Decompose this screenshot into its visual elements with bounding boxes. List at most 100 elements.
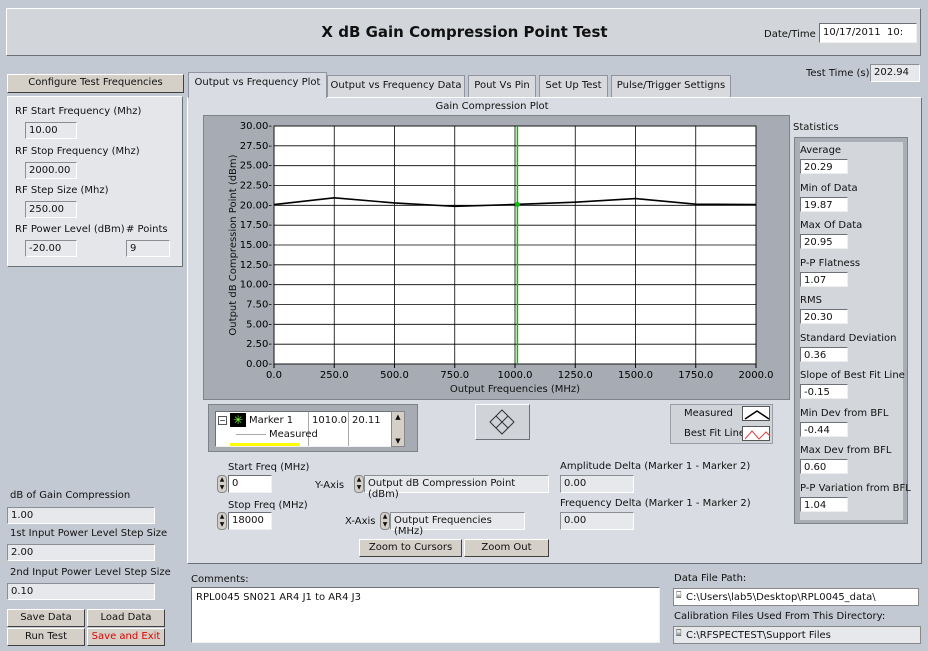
save-and-exit-button[interactable]: Save and Exit — [87, 628, 165, 646]
statistics-title: Statistics — [793, 122, 839, 133]
datetime-field[interactable]: 10/17/2011 10: — [819, 23, 917, 43]
marker-list[interactable]: − ✳ Marker 1 1010.0 20.11 Measured — [215, 411, 399, 447]
y-tick-label: 25.00- — [240, 161, 273, 172]
x-tick-label: 500.0 — [380, 370, 409, 381]
marker-divider-2 — [348, 412, 349, 446]
y-axis-select-label: Y-Axis — [315, 480, 345, 491]
stat-value: 1.07 — [800, 271, 848, 287]
step1-field[interactable]: 2.00 — [7, 544, 155, 561]
y-tick-label: 15.00- — [240, 240, 273, 251]
gain-compression-chart[interactable]: 0.00- 2.50- 5.00- 7.50- 10.00- 12.50- 15.00- 17… — [204, 116, 789, 399]
x-tick-label: 1500.0 — [618, 370, 653, 381]
rf-step-label: RF Step Size (Mhz) — [15, 185, 109, 196]
load-data-button[interactable]: Load Data — [87, 609, 165, 627]
y-tick-label: 10.00- — [240, 280, 273, 291]
x-axis-select-arrows[interactable]: ▲ ▼ — [380, 512, 390, 530]
data-file-path-value: C:\Users\lab5\Desktop\RPL0045_data\ — [686, 592, 876, 603]
stop-freq-input[interactable]: 18000 — [228, 512, 272, 530]
configure-test-frequencies-button[interactable]: Configure Test Frequencies — [7, 74, 184, 93]
start-freq-spinner[interactable]: ▲ ▼ — [217, 475, 227, 493]
stat-label: Average — [800, 145, 842, 156]
y-axis-select[interactable]: Output dB Compression Point (dBm) — [364, 475, 549, 500]
stat-value: -0.15 — [800, 384, 848, 399]
y-tick-label: 5.00- — [246, 319, 272, 330]
x-tick-label: 1750.0 — [678, 370, 713, 381]
y-tick-label: 7.50- — [246, 300, 272, 311]
path-browse-icon[interactable]: ⌸ — [676, 591, 681, 601]
y-tick-label: 22.50- — [240, 181, 273, 192]
cursor-marker[interactable] — [514, 201, 520, 207]
marker-list-frame: − ✳ Marker 1 1010.0 20.11 Measured ▲ ▼ — [208, 404, 418, 452]
marker-name: Marker 1 — [249, 415, 294, 426]
run-test-button[interactable]: Run Test — [7, 628, 85, 646]
legend-bestfit-swatch[interactable] — [742, 426, 771, 441]
x-tick-label: 1000.0 — [498, 370, 533, 381]
marker-2-row-highlight — [230, 443, 300, 446]
stop-freq-spinner[interactable]: ▲ ▼ — [217, 512, 227, 530]
y-tick-label: 27.50- — [240, 141, 273, 152]
y-tick-label: 0.00- — [246, 359, 272, 370]
calibration-path-field[interactable]: ⌸ C:\RFSPECTEST\Support Files — [673, 626, 921, 644]
zoom-to-cursors-button[interactable]: Zoom to Cursors — [359, 539, 462, 557]
start-freq-input[interactable]: 0 — [228, 475, 272, 493]
stat-label: Max Dev from BFL — [800, 445, 892, 456]
x-axis-select[interactable]: Output Frequencies (MHz) — [390, 512, 525, 537]
y-axis-select-arrows[interactable]: ▲ ▼ — [354, 475, 364, 493]
points-field: 9 — [126, 240, 170, 257]
marker-list-scrollbar[interactable]: ▲ ▼ — [391, 411, 405, 447]
step2-field[interactable]: 0.10 — [7, 583, 155, 600]
x-tick-label: 0.0 — [266, 370, 282, 381]
stat-value: 20.95 — [800, 234, 848, 249]
rf-step-field[interactable]: 250.00 — [25, 201, 77, 218]
stat-label: Max Of Data — [800, 220, 863, 231]
rf-start-field[interactable]: 10.00 — [25, 122, 77, 139]
rf-start-label: RF Start Frequency (Mhz) — [15, 106, 142, 117]
stat-value: 0.60 — [800, 459, 848, 474]
marker-y: 20.11 — [352, 415, 381, 426]
step1-label: 1st Input Power Level Step Size — [10, 528, 168, 539]
y-tick-label: 12.50- — [240, 260, 273, 271]
x-tick-label: 750.0 — [440, 370, 469, 381]
expand-icon[interactable]: − — [218, 416, 227, 425]
legend-bestfit-label: Best Fit Line — [684, 428, 746, 439]
x-axis-select-label: X-Axis — [345, 516, 376, 527]
y-axis-title: Output dB Compression Point (dBm) — [228, 154, 239, 335]
db-gain-field[interactable]: 1.00 — [7, 507, 155, 524]
marker-sub-line — [236, 434, 266, 435]
datetime-label: Date/Time — [764, 29, 816, 40]
save-data-button[interactable]: Save Data — [7, 609, 85, 627]
stat-label: RMS — [800, 295, 822, 306]
x-tick-labels: 0.0 250.0 500.0 750.0 1000.0 1250.0 1500.0 1750… — [266, 370, 773, 381]
tab-panel: Gain Compression Plot 0.00- 2.50- 5.00- 7.5… — [187, 97, 922, 564]
x-tick-label: 250.0 — [320, 370, 349, 381]
comments-textarea[interactable]: RPL0045 SN021 AR4 J1 to AR4 J3 — [191, 587, 660, 643]
tab-set-up-test[interactable]: Set Up Test — [539, 75, 608, 97]
rf-power-label: RF Power Level (dBm) — [15, 224, 125, 235]
test-time-label: Test Time (s) — [806, 68, 870, 79]
rf-power-field[interactable]: -20.00 — [25, 240, 77, 257]
zoom-out-button[interactable]: Zoom Out — [464, 539, 549, 557]
tab-pout-vs-pin[interactable]: Pout Vs Pin — [468, 75, 536, 97]
rf-stop-field[interactable]: 2000.00 — [25, 162, 77, 179]
marker-crosshair-icon: ✳ — [230, 413, 246, 427]
legend-measured-swatch[interactable] — [742, 406, 770, 421]
stat-label: P-P Variation from BFL — [800, 482, 911, 494]
frequency-delta-label: Frequency Delta (Marker 1 - Marker 2) — [560, 498, 751, 509]
statistics-inner: Average 20.29 Min of Data 19.87 Max Of Data 2… — [800, 142, 911, 520]
rf-stop-label: RF Stop Frequency (Mhz) — [15, 146, 140, 157]
stat-value: 20.30 — [800, 309, 848, 324]
y-tick-label: 20.00- — [240, 200, 273, 211]
tab-pulse-trigger-settings[interactable]: Pulse/Trigger Settigns — [611, 75, 731, 97]
frequency-config-panel: RF Start Frequency (Mhz) 10.00 RF Stop F… — [7, 96, 183, 267]
calibration-path-value: C:\RFSPECTEST\Support Files — [686, 630, 831, 641]
stat-label: Min Dev from BFL — [800, 407, 889, 419]
db-gain-label: dB of Gain Compression — [10, 490, 131, 501]
cursor-mover-button[interactable] — [475, 404, 530, 440]
tab-output-vs-frequency-data[interactable]: Output vs Frequency Data — [327, 75, 465, 97]
stop-freq-label: Stop Freq (MHz) — [228, 500, 308, 511]
statistics-panel: Average 20.29 Min of Data 19.87 Max Of Data 2… — [794, 137, 911, 524]
tab-output-vs-frequency-plot[interactable]: Output vs Frequency Plot — [188, 72, 327, 98]
frequency-delta-value: 0.00 — [560, 512, 634, 530]
data-file-path-field[interactable]: ⌸ C:\Users\lab5\Desktop\RPL0045_data\ — [673, 588, 919, 606]
calibration-browse-icon[interactable]: ⌸ — [676, 629, 681, 639]
